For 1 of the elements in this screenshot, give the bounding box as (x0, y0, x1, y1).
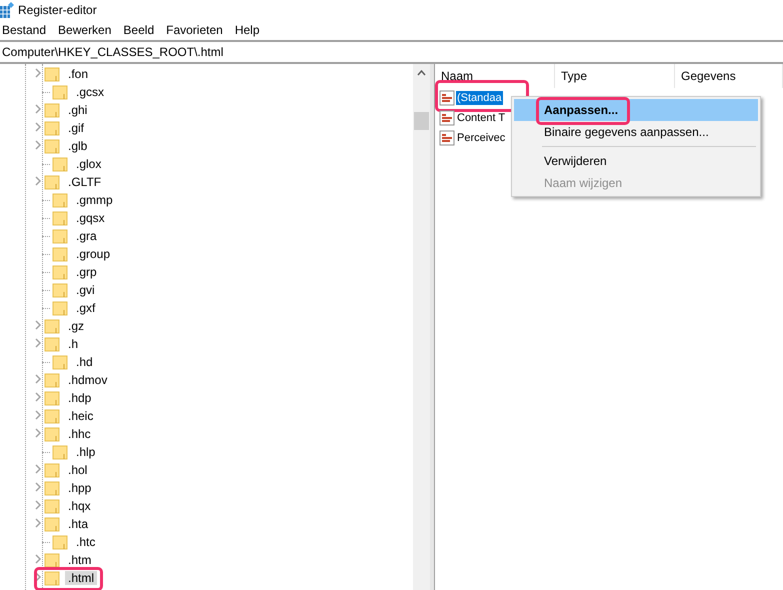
window-title: Register-editor (18, 3, 97, 17)
